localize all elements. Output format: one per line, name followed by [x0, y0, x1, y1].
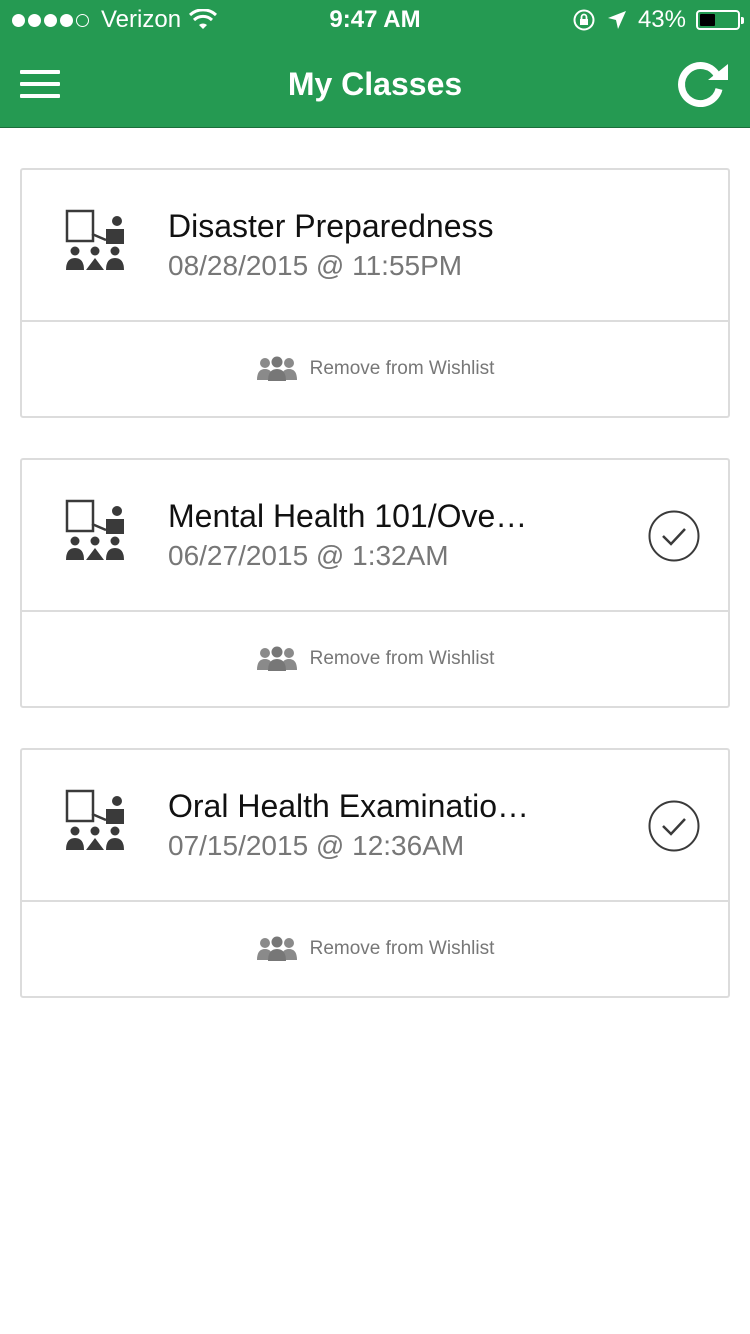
battery-icon [696, 10, 744, 30]
navigation-bar: My Classes [0, 40, 750, 128]
class-card-header[interactable]: Mental Health 101/Ove… 06/27/2015 @ 1:32… [22, 460, 728, 612]
remove-from-wishlist-button[interactable]: Remove from Wishlist [22, 902, 728, 996]
classroom-icon [65, 499, 124, 560]
remove-from-wishlist-label: Remove from Wishlist [309, 648, 495, 669]
class-card: Disaster Preparedness 08/28/2015 @ 11:55… [20, 168, 730, 418]
battery-nub [741, 17, 744, 24]
class-title: Oral Health Examinatio… [168, 788, 530, 824]
remove-from-wishlist-button[interactable]: Remove from Wishlist [22, 612, 728, 706]
battery-percent: 43% [637, 6, 686, 33]
people-group-icon [256, 646, 297, 671]
people-group-icon [256, 356, 297, 381]
class-card-header[interactable]: Disaster Preparedness 08/28/2015 @ 11:55… [22, 170, 728, 322]
location-arrow-icon [607, 11, 626, 29]
classroom-icon [65, 209, 124, 270]
checkmark-circle-icon [648, 510, 700, 562]
rotation-lock-icon [573, 9, 595, 31]
status-right: 43% [572, 6, 744, 34]
remove-from-wishlist-button[interactable]: Remove from Wishlist [22, 322, 728, 416]
class-date: 07/15/2015 @ 12:36AM [168, 830, 465, 861]
refresh-button[interactable] [672, 58, 732, 110]
remove-from-wishlist-label: Remove from Wishlist [309, 938, 495, 959]
class-card-header[interactable]: Oral Health Examinatio… 07/15/2015 @ 12:… [22, 750, 728, 902]
battery-level-fill [700, 14, 715, 26]
class-list: Disaster Preparedness 08/28/2015 @ 11:55… [20, 168, 730, 1038]
app-screen: Verizon 9:47 AM 43% My Classes Disaster … [0, 0, 750, 1334]
class-card: Oral Health Examinatio… 07/15/2015 @ 12:… [20, 748, 730, 998]
classroom-icon [65, 789, 124, 850]
completed-check-button[interactable] [648, 510, 700, 562]
checkmark-circle-icon [648, 800, 700, 852]
people-group-icon [256, 936, 297, 961]
class-date: 06/27/2015 @ 1:32AM [168, 540, 449, 571]
refresh-icon [678, 62, 728, 108]
status-bar: Verizon 9:47 AM 43% [0, 0, 750, 40]
page-title: My Classes [287, 66, 463, 102]
class-title: Mental Health 101/Ove… [168, 498, 528, 534]
class-date: 08/28/2015 @ 11:55PM [168, 250, 463, 281]
remove-from-wishlist-label: Remove from Wishlist [309, 358, 495, 379]
class-title: Disaster Preparedness [168, 208, 494, 244]
class-card: Mental Health 101/Ove… 06/27/2015 @ 1:32… [20, 458, 730, 708]
completed-check-button[interactable] [648, 800, 700, 852]
